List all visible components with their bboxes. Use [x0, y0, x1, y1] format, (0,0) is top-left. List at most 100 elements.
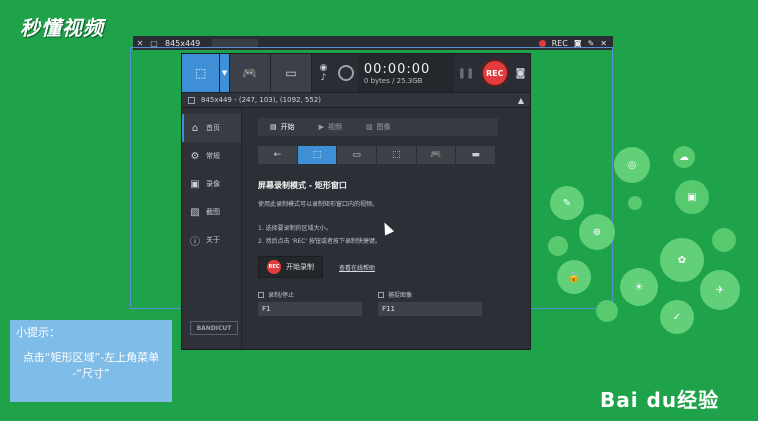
watermark-logo: 秒懂视频: [20, 16, 104, 40]
sidebar-item-label: 截图: [206, 208, 220, 216]
hotkey-record-field[interactable]: F1: [258, 302, 362, 316]
microphone-icon[interactable]: ♪: [321, 73, 327, 83]
hotkeys: 录制/停止 F1 捕捉图像 F11: [258, 290, 516, 316]
mode-title: 屏幕录制模式 - 矩形窗口: [258, 181, 347, 190]
gamepad-icon: 🎮: [430, 150, 442, 160]
start-recording-button[interactable]: REC 开始录制: [258, 256, 323, 278]
rec-button[interactable]: REC: [478, 54, 510, 92]
tip-box: 小提示： 点击“矩形区域”-左上角菜单 -“尺寸”: [10, 320, 172, 402]
game-mode-option[interactable]: 🎮: [416, 146, 457, 164]
deco-circle: ◎: [614, 147, 650, 183]
device-mode-option[interactable]: ▬: [456, 146, 497, 164]
deco-circle: ✿: [660, 238, 704, 282]
sidebar-item-label: 录像: [206, 180, 220, 188]
screenshot-button[interactable]: ◙: [511, 54, 530, 92]
recording-topbar: ✕ ▢ 845x449 REC ◙ ✎ ✕: [133, 36, 613, 50]
webcam-button[interactable]: [335, 54, 358, 92]
play-icon: ▶: [318, 123, 325, 131]
tab-bar: ▤ 开始 ▶ 视频 ▨ 图像: [258, 118, 498, 136]
tip-title: 小提示：: [16, 326, 60, 339]
rectangle-icon: ⬚: [312, 150, 322, 160]
close-icon[interactable]: ✕: [600, 39, 607, 48]
speaker-icon[interactable]: ◉: [320, 63, 328, 73]
deco-circle: [712, 228, 736, 252]
camera-icon[interactable]: ◙: [574, 39, 582, 48]
cursor-area-mode-option[interactable]: ⬚: [377, 146, 417, 164]
arrow-left-icon: ←: [273, 150, 282, 160]
hdmi-icon: ▬: [471, 150, 480, 160]
mode-dropdown-button[interactable]: ▼: [220, 54, 230, 92]
chevron-down-icon: ▼: [221, 69, 228, 77]
topbar-size: 845x449: [165, 38, 201, 48]
window-icon[interactable]: ▢: [147, 39, 161, 48]
sidebar-item-about[interactable]: ⓘ 关于: [182, 226, 241, 254]
hdmi-icon: ▭: [285, 66, 297, 80]
rec-button-label: REC: [480, 59, 509, 87]
mode-description: 使用此录制模式可以录制矩形窗口内的视频。: [258, 201, 379, 208]
sidebar-item-general[interactable]: ⚙ 常规: [182, 142, 241, 170]
monitor-icon: ▭: [352, 150, 361, 160]
game-mode-button[interactable]: 🎮: [229, 54, 271, 92]
sidebar-item-label: 常规: [206, 152, 220, 160]
gear-icon: ⚙: [190, 150, 200, 162]
video-icon: ▣: [190, 178, 200, 190]
device-mode-button[interactable]: ▭: [270, 54, 313, 92]
bandicam-window: ⬚ ▼ 🎮 ▭ ◉ ♪ 00:00:00 0 bytes / 25.3GB ❚❚…: [181, 53, 531, 350]
sidebar-item-label: 首页: [206, 124, 220, 132]
rec-dot-icon: [538, 39, 546, 47]
main-toolbar: ⬚ ▼ 🎮 ▭ ◉ ♪ 00:00:00 0 bytes / 25.3GB ❚❚…: [182, 54, 530, 92]
target-coordinates: 845x449 - (247, 103), (1092, 552): [201, 96, 322, 104]
hotkey-record: 录制/停止 F1: [258, 290, 362, 316]
hotkey-capture-checkbox[interactable]: [378, 291, 384, 298]
fullscreen-mode-option[interactable]: ▭: [337, 146, 378, 164]
rectangle-mode-button[interactable]: ⬚: [182, 54, 221, 92]
chevron-up-icon[interactable]: ▲: [518, 96, 524, 105]
tip-line-1: 点击“矩形区域”-左上角菜单: [22, 351, 160, 364]
sidebar-item-label: 关于: [206, 236, 220, 244]
rec-badge: REC: [267, 260, 281, 274]
bandicut-button[interactable]: BANDICUT: [190, 321, 238, 335]
tab-start[interactable]: ▤ 开始: [258, 118, 307, 136]
cursor-area-icon: ⬚: [392, 150, 401, 160]
pencil-icon[interactable]: ✎: [588, 39, 595, 48]
deco-circle: [596, 300, 618, 322]
topbar-blank: [212, 39, 259, 47]
online-help-link[interactable]: 查看在线帮助: [339, 263, 375, 272]
sidebar-item-home[interactable]: ⌂ 首页: [182, 114, 241, 142]
sidebar-item-image[interactable]: ▨ 截图: [182, 198, 241, 226]
tip-line-2: -“尺寸”: [72, 367, 110, 380]
sidebar-item-video[interactable]: ▣ 录像: [182, 170, 241, 198]
audio-controls[interactable]: ◉ ♪: [312, 54, 335, 92]
recording-time: 00:00:00: [363, 61, 431, 77]
tip-body: 点击“矩形区域”-左上角菜单 -“尺寸”: [16, 350, 166, 382]
hotkey-capture-field[interactable]: F11: [378, 302, 482, 316]
pause-icon: ❚❚: [457, 67, 475, 79]
rectangle-icon: ⬚: [194, 66, 207, 80]
tab-video[interactable]: ▶ 视频: [307, 118, 354, 136]
deco-circle: ▣: [675, 180, 709, 214]
webcam-icon: [338, 65, 355, 81]
deco-circle: ✓: [660, 300, 694, 334]
baidu-watermark: Bai du经验: [600, 388, 720, 412]
step-2: 2. 然后点击 'REC' 按钮或者按下录制快捷键。: [258, 238, 381, 245]
deco-circle: 🔒: [557, 260, 591, 294]
deco-circle: ☀: [620, 268, 658, 306]
tab-label: 开始: [280, 123, 295, 131]
back-button[interactable]: ←: [258, 146, 298, 164]
timer-panel: 00:00:00 0 bytes / 25.3GB: [357, 54, 454, 92]
deco-circle: [548, 236, 568, 256]
tab-image[interactable]: ▨ 图像: [354, 118, 403, 136]
hotkey-capture-label: 捕捉图像: [388, 292, 413, 299]
target-bar: 845x449 - (247, 103), (1092, 552) ▲: [182, 92, 530, 108]
close-icon[interactable]: ✕: [133, 39, 147, 48]
rectangle-mode-option[interactable]: ⬚: [297, 146, 338, 164]
deco-circle: ☁: [673, 146, 695, 168]
pause-button[interactable]: ❚❚: [454, 54, 479, 92]
hotkey-record-checkbox[interactable]: [258, 291, 264, 298]
start-recording-label: 开始录制: [286, 263, 314, 271]
camera-icon: ◙: [515, 67, 526, 79]
deco-circle: [628, 196, 642, 210]
target-checkbox[interactable]: [188, 96, 195, 104]
sidebar: ⌂ 首页 ⚙ 常规 ▣ 录像 ▨ 截图 ⓘ 关于 BANDICUT: [182, 108, 242, 349]
topbar-rec-label[interactable]: REC: [552, 39, 568, 48]
